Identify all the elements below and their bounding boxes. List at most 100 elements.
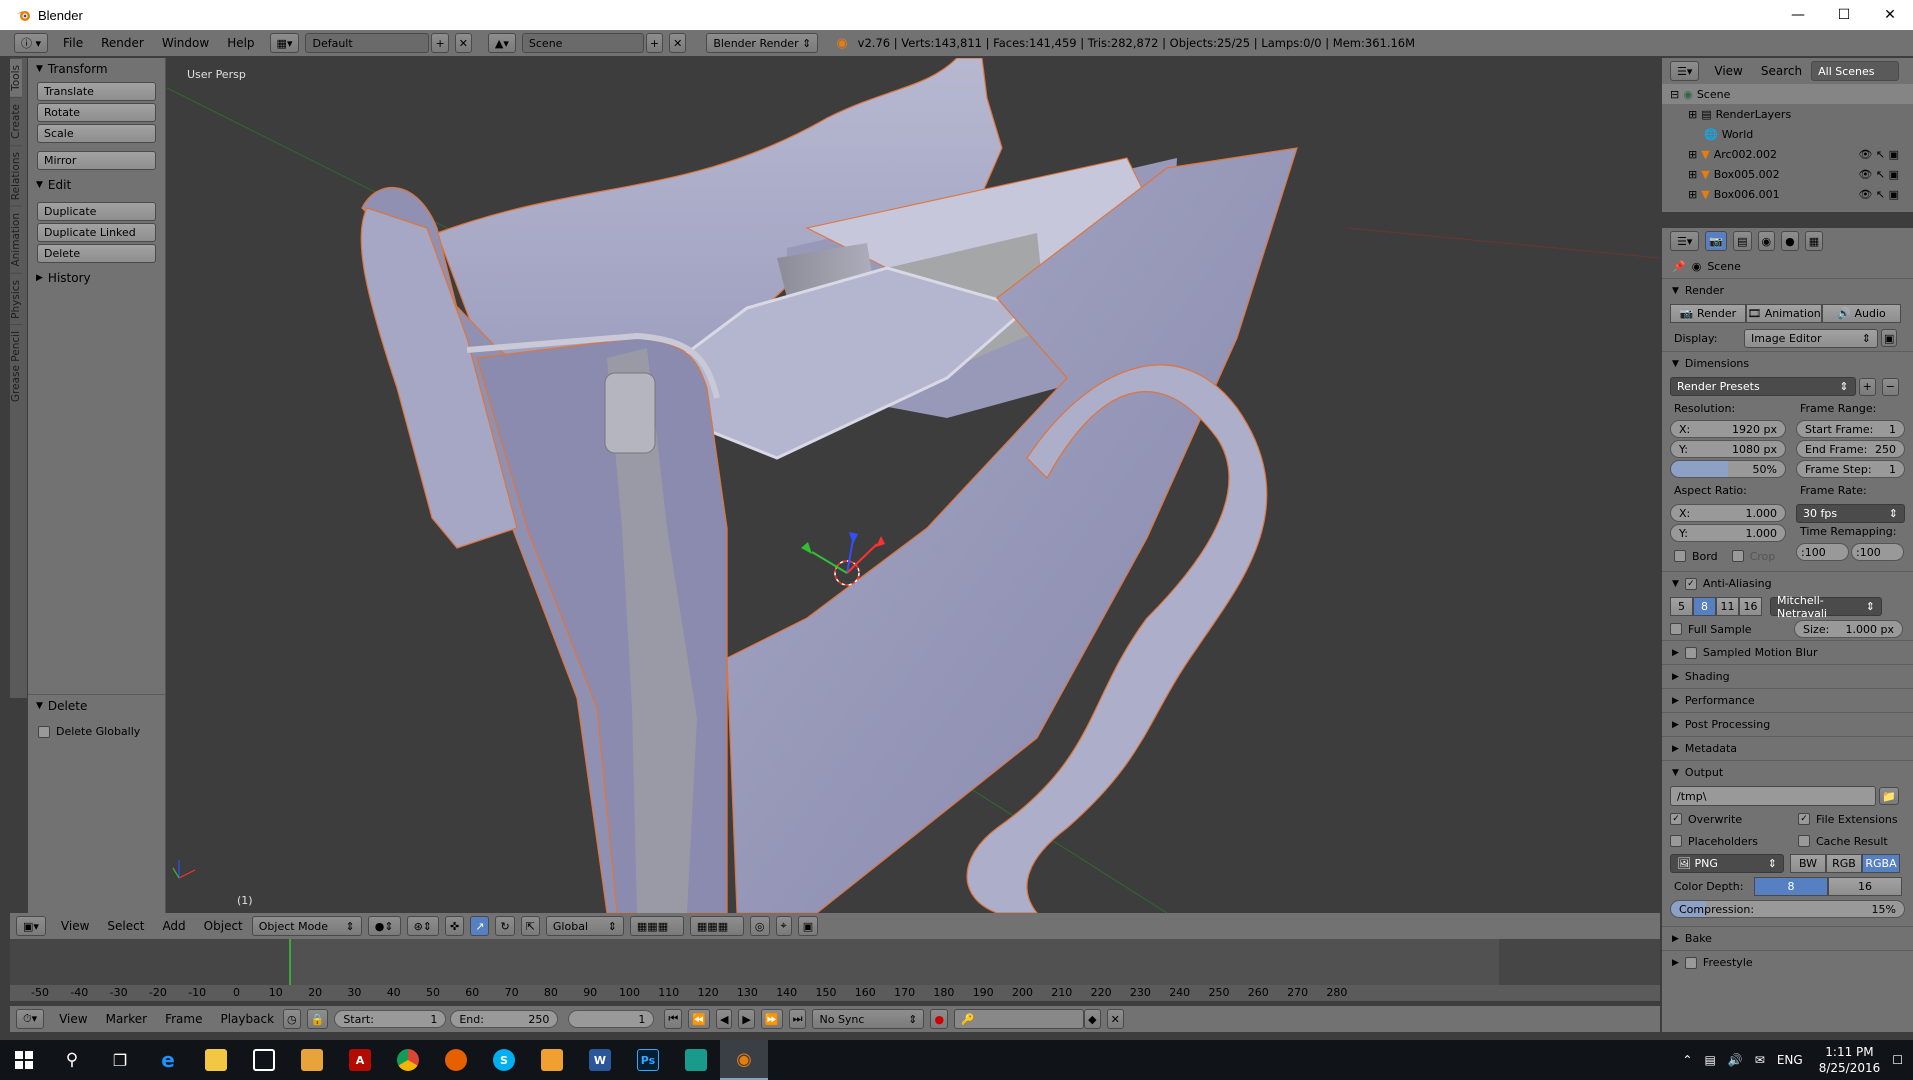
aa-enable-checkbox[interactable]: ✓ (1684, 577, 1697, 590)
outliner-row-renderlayers[interactable]: ⊞ ▤ RenderLayers (1662, 104, 1913, 124)
motion-blur-checkbox[interactable] (1684, 646, 1697, 659)
depth-8-button[interactable]: 8 (1754, 877, 1828, 896)
preview-range-icon[interactable]: ◷ (283, 1009, 301, 1029)
proportional-edit-icon[interactable]: ◎ (749, 916, 770, 936)
end-frame-field[interactable]: End: 250 (450, 1010, 559, 1028)
maximize-button[interactable]: ☐ (1821, 0, 1867, 30)
action-center-icon[interactable]: ☐ (1892, 1053, 1903, 1067)
menu-frame[interactable]: Frame (156, 1012, 211, 1026)
show-hidden-icons-icon[interactable]: ⌃ (1682, 1053, 1692, 1067)
depth-16-button[interactable]: 16 (1828, 877, 1902, 896)
tab-animation[interactable]: Animation (10, 206, 22, 273)
chrome-taskbar-button[interactable] (384, 1040, 432, 1080)
blender-taskbar-button[interactable]: ◉ (720, 1040, 768, 1080)
sync-dropdown[interactable]: No Sync ⇕ (812, 1009, 925, 1029)
jump-end-icon[interactable]: ⏭ (788, 1009, 807, 1029)
rotate-button[interactable]: Rotate (37, 103, 156, 122)
play-icon[interactable]: ▶ (738, 1009, 755, 1029)
overwrite-checkbox[interactable]: ✓ Overwrite (1670, 813, 1798, 826)
expand-icon[interactable]: ⊞ (1688, 148, 1697, 161)
remap-old-field[interactable]: :100 (1796, 543, 1849, 561)
tab-tools[interactable]: Tools (10, 58, 22, 97)
firefox-taskbar-button[interactable] (432, 1040, 480, 1080)
remap-new-field[interactable]: :100 (1851, 543, 1904, 561)
scene-tab-icon[interactable]: ◉ (1757, 231, 1776, 251)
current-frame-field[interactable]: 1 (568, 1010, 655, 1028)
scene-selector-icon[interactable]: ▲▾ (487, 33, 516, 53)
editor-type-info-icon[interactable]: ⓘ ▾ (14, 33, 49, 53)
tab-physics[interactable]: Physics (10, 272, 22, 325)
start-frame-prop-field[interactable]: Start Frame: 1 (1796, 420, 1905, 438)
lock-icon[interactable]: 🔒 (306, 1009, 329, 1029)
add-preset-icon[interactable]: + (1858, 377, 1876, 396)
search-button[interactable]: ⚲ (48, 1040, 96, 1080)
menu-outliner-view[interactable]: View (1705, 64, 1751, 78)
visibility-eye-icon[interactable]: 👁 ↖ ▣ (1858, 148, 1899, 161)
file-extensions-checkbox[interactable]: ✓ File Extensions (1798, 813, 1898, 826)
menu-add[interactable]: Add (153, 919, 194, 933)
metadata-panel-header[interactable]: ▶ Metadata (1662, 736, 1913, 760)
menu-select[interactable]: Select (98, 919, 153, 933)
rotate-manipulator-icon[interactable]: ↻ (495, 916, 515, 936)
outliner-row-arc002[interactable]: ⊞ ▼ Arc002.002 👁 ↖ ▣ (1662, 144, 1913, 164)
bake-panel-header[interactable]: ▶ Bake (1662, 926, 1913, 950)
renderlayers-tab-icon[interactable]: ▤ (1733, 231, 1752, 251)
res-percentage-slider[interactable]: 50% (1670, 460, 1786, 478)
tab-grease-pencil[interactable]: Grease Pencil (10, 324, 22, 409)
word-taskbar-button[interactable]: W (576, 1040, 624, 1080)
jump-start-icon[interactable]: ⏮ (664, 1009, 683, 1029)
menu-file[interactable]: File (54, 36, 92, 50)
scale-button[interactable]: Scale (37, 124, 156, 143)
aspect-x-field[interactable]: X: 1.000 (1670, 504, 1786, 522)
history-panel-header[interactable]: ▶ History (28, 267, 165, 289)
notifications-tray-icon[interactable]: ✉ (1755, 1053, 1765, 1067)
render-button[interactable]: 📷 Render (1670, 304, 1746, 323)
menu-outliner-search[interactable]: Search (1752, 64, 1811, 78)
motion-blur-panel-header[interactable]: ▶ Sampled Motion Blur (1662, 640, 1913, 664)
frame-rate-dropdown[interactable]: 30 fps ⇕ (1796, 504, 1905, 523)
next-keyframe-icon[interactable]: ⏩ (760, 1009, 783, 1029)
minimize-button[interactable]: — (1775, 0, 1821, 30)
editor-type-timeline-icon[interactable]: ⏱▾ (16, 1009, 45, 1029)
editor-type-outliner-icon[interactable]: ☰▾ (1670, 61, 1700, 81)
play-reverse-icon[interactable]: ◀ (715, 1009, 733, 1029)
delete-globally-checkbox[interactable]: Delete Globally (28, 725, 165, 738)
duplicate-button[interactable]: Duplicate (37, 202, 156, 221)
performance-panel-header[interactable]: ▶ Performance (1662, 688, 1913, 712)
bord-checkbox[interactable]: Bord (1674, 550, 1718, 563)
menu-marker[interactable]: Marker (97, 1012, 156, 1026)
output-path-field[interactable]: /tmp\ (1670, 786, 1877, 806)
filter-size-field[interactable]: Size: 1.000 px (1794, 620, 1903, 638)
shading-panel-header[interactable]: ▶ Shading (1662, 664, 1913, 688)
menu-render[interactable]: Render (92, 36, 153, 50)
aa-sample-11[interactable]: 11 (1716, 597, 1739, 616)
add-scene-icon[interactable]: + (645, 33, 664, 53)
remove-scene-icon[interactable]: ✕ (669, 33, 687, 53)
orientation-dropdown[interactable]: Global ⇕ (545, 916, 624, 936)
outliner-filter[interactable]: All Scenes (1811, 61, 1900, 81)
visibility-eye-icon[interactable]: 👁 ↖ ▣ (1858, 168, 1899, 181)
menu-playback[interactable]: Playback (211, 1012, 283, 1026)
full-sample-checkbox[interactable]: Full Sample (1670, 623, 1794, 636)
skype-taskbar-button[interactable]: S (480, 1040, 528, 1080)
aa-panel-header[interactable]: ▼ ✓ Anti-Aliasing (1662, 571, 1913, 595)
post-processing-panel-header[interactable]: ▶ Post Processing (1662, 712, 1913, 736)
aa-filter-dropdown[interactable]: Mitchell-Netravali ⇕ (1770, 594, 1882, 620)
edge-taskbar-button[interactable]: e (144, 1040, 192, 1080)
expand-icon[interactable]: ⊞ (1688, 188, 1697, 201)
pivot-point-icon[interactable]: ⊛⇕ (406, 916, 440, 936)
translate-button[interactable]: Translate (37, 82, 156, 101)
outliner-row-world[interactable]: 🌐 World (1662, 124, 1913, 144)
output-panel-header[interactable]: ▼ Output (1662, 760, 1913, 784)
duplicate-linked-button[interactable]: Duplicate Linked (37, 223, 156, 242)
menu-view[interactable]: View (52, 919, 98, 933)
layers-group-1[interactable]: ▦▦▦ (629, 916, 684, 936)
folder-browse-icon[interactable]: 📁 (1879, 787, 1899, 805)
network-icon[interactable]: ▤ (1704, 1053, 1715, 1067)
screen-layout-icon[interactable]: ▦▾ (269, 33, 300, 53)
start-frame-field[interactable]: Start: 1 (334, 1010, 447, 1028)
translate-manipulator-icon[interactable]: ↗ (470, 916, 490, 936)
outliner-row-box006[interactable]: ⊞ ▼ Box006.001 👁 ↖ ▣ (1662, 184, 1913, 204)
cache-result-checkbox[interactable]: Cache Result (1798, 835, 1888, 848)
clock[interactable]: 1:11 PM 8/25/2016 (1819, 1044, 1881, 1076)
